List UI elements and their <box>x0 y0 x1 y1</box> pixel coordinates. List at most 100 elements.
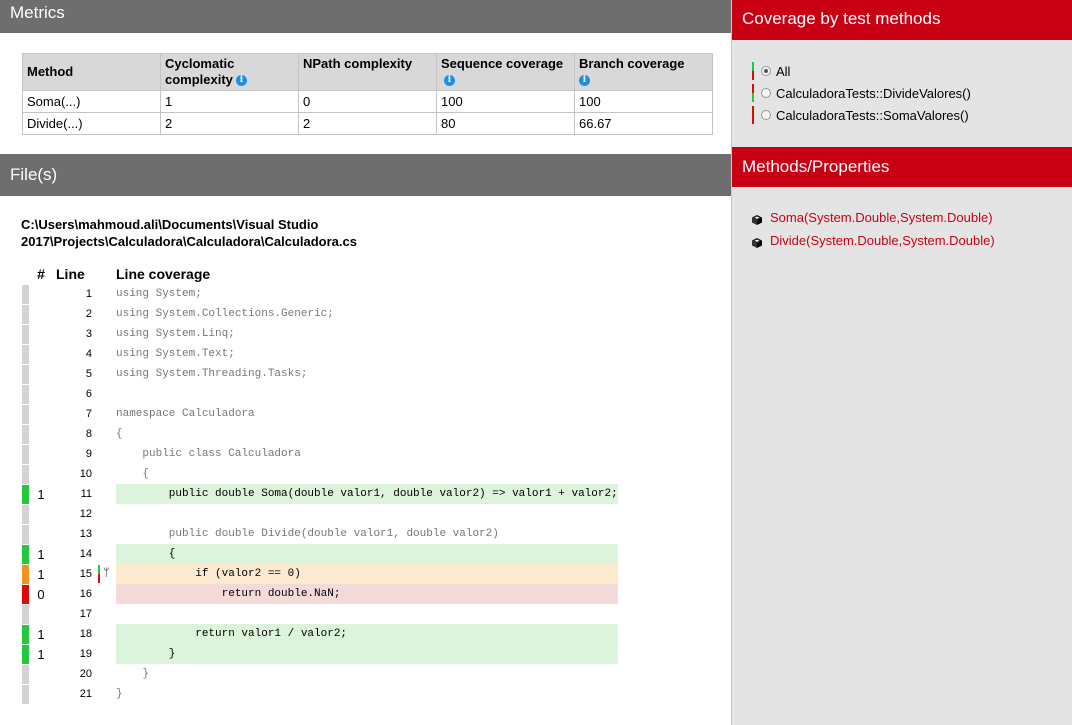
code-text: public class Calculadora <box>116 448 301 460</box>
coverage-indicator <box>22 424 30 444</box>
test-method-option[interactable]: CalculadoraTests::DivideValores() <box>752 82 971 104</box>
method-link-label[interactable]: Soma(System.Double,System.Double) <box>770 210 993 225</box>
hit-count <box>30 604 52 624</box>
hit-count <box>30 344 52 364</box>
coverage-indicator <box>22 464 30 484</box>
code-text: } <box>116 668 150 680</box>
branch-covered-mark <box>98 565 100 574</box>
code-line: 0 16 return double.NaN; <box>22 584 618 604</box>
branch-cell: 100 <box>574 90 713 113</box>
code-text: } <box>116 688 123 700</box>
info-icon[interactable]: i <box>235 75 247 87</box>
metrics-header-row: Method Cyclomatic complexity i NPath comp… <box>22 53 713 91</box>
col-cyclomatic[interactable]: Cyclomatic complexity i <box>160 53 299 91</box>
radio-button[interactable] <box>761 66 771 76</box>
line-number: 13 <box>79 528 92 540</box>
info-icon[interactable]: i <box>444 75 455 87</box>
hit-count <box>30 504 52 524</box>
main-content: Metrics Method Cyclomatic complexity i NP… <box>0 0 731 725</box>
method-link[interactable]: Divide(System.Double,System.Double) <box>752 229 995 252</box>
npath-cell: 0 <box>298 90 437 113</box>
table-row: Soma(...) 1 0 100 100 <box>22 90 713 113</box>
coverage-by-tests-header: Coverage by test methods <box>732 0 1072 40</box>
col-method[interactable]: Method <box>22 53 161 91</box>
coverage-indicator <box>22 364 30 384</box>
code-text: { <box>116 428 123 440</box>
col-sequence[interactable]: Sequence coverage i <box>436 53 575 91</box>
branch-cell-empty <box>96 684 116 704</box>
code-line: 20 } <box>22 664 618 684</box>
line-number: 6 <box>85 388 92 400</box>
code-line: 1 14 { <box>22 544 618 564</box>
metrics-table: Method Cyclomatic complexity i NPath comp… <box>22 53 713 135</box>
col-npath-label: NPath complexity <box>303 56 413 71</box>
coverage-indicator <box>22 624 30 644</box>
line-number: 10 <box>79 468 92 480</box>
hit-count <box>30 524 52 544</box>
hit-count: 0 <box>37 586 45 602</box>
code-text: public double Soma(double valor1, double… <box>116 484 618 504</box>
coverage-bar <box>752 62 754 80</box>
method-cell: Soma(...) <box>22 90 161 113</box>
sequence-cell: 80 <box>436 112 575 135</box>
col-npath[interactable]: NPath complexity <box>298 53 437 91</box>
code-table: # Line Line coverage 1 using System; 2 usin… <box>22 264 618 704</box>
method-link[interactable]: Soma(System.Double,System.Double) <box>752 206 995 229</box>
code-line: 21} <box>22 684 618 704</box>
branch-icon[interactable]: ᛘ <box>103 566 110 579</box>
test-method-option[interactable]: CalculadoraTests::SomaValores() <box>752 104 971 126</box>
coverage-indicator <box>22 644 30 664</box>
hit-count: 1 <box>37 566 45 582</box>
line-number: 15 <box>79 568 92 580</box>
line-number: 18 <box>79 628 92 640</box>
radio-button[interactable] <box>761 110 771 120</box>
coverage-indicator <box>22 324 30 344</box>
line-number: 7 <box>85 408 92 420</box>
branch-cell-empty <box>96 384 116 404</box>
line-number: 21 <box>79 688 92 700</box>
test-method-label[interactable]: CalculadoraTests::SomaValores() <box>776 108 969 123</box>
code-text <box>116 384 618 404</box>
sequence-cell: 100 <box>436 90 575 113</box>
code-text <box>116 504 618 524</box>
test-method-label[interactable]: CalculadoraTests::DivideValores() <box>776 86 971 101</box>
code-text: return valor1 / valor2; <box>116 624 618 644</box>
test-method-option[interactable]: All <box>752 60 971 82</box>
branch-cell-empty <box>96 644 116 664</box>
info-icon[interactable]: i <box>579 75 590 87</box>
radio-button[interactable] <box>761 88 771 98</box>
branch-cell: 66.67 <box>574 112 713 135</box>
code-line: 1 19 } <box>22 644 618 664</box>
cyclomatic-cell: 2 <box>160 112 299 135</box>
code-body: 1 using System; 2 using System.Collections.… <box>22 284 618 704</box>
branch-cell-empty <box>96 324 116 344</box>
col-method-label: Method <box>27 64 74 79</box>
hit-count <box>30 444 52 464</box>
code-line: 5 using System.Threading.Tasks; <box>22 364 618 384</box>
branch-cell-empty <box>96 624 116 644</box>
test-method-label[interactable]: All <box>776 64 790 79</box>
code-line: 9 public class Calculadora <box>22 444 618 464</box>
hit-count: 1 <box>37 646 45 662</box>
col-branch[interactable]: Branch coverage i <box>574 53 713 91</box>
method-cell: Divide(...) <box>22 112 161 135</box>
table-row: Divide(...) 2 2 80 66.67 <box>22 112 713 135</box>
coverage-indicator <box>22 684 30 704</box>
coverage-indicator <box>22 544 30 564</box>
test-method-list: AllCalculadoraTests::DivideValores()Calc… <box>752 60 971 126</box>
coverage-indicator <box>22 304 30 324</box>
line-number: 9 <box>85 448 92 460</box>
cyclomatic-cell: 1 <box>160 90 299 113</box>
branch-cell-empty <box>96 404 116 424</box>
line-number: 1 <box>85 288 92 300</box>
hit-count <box>30 324 52 344</box>
method-link-label[interactable]: Divide(System.Double,System.Double) <box>770 233 995 248</box>
code-text: { <box>116 468 150 480</box>
branch-cell-empty <box>96 484 116 504</box>
code-line: 17 <box>22 604 618 624</box>
branch-cell-empty <box>96 664 116 684</box>
coverage-indicator <box>22 524 30 544</box>
file-path: C:\Users\mahmoud.ali\Documents\Visual St… <box>21 217 357 249</box>
code-line: 12 <box>22 504 618 524</box>
code-text: using System.Threading.Tasks; <box>116 368 308 380</box>
